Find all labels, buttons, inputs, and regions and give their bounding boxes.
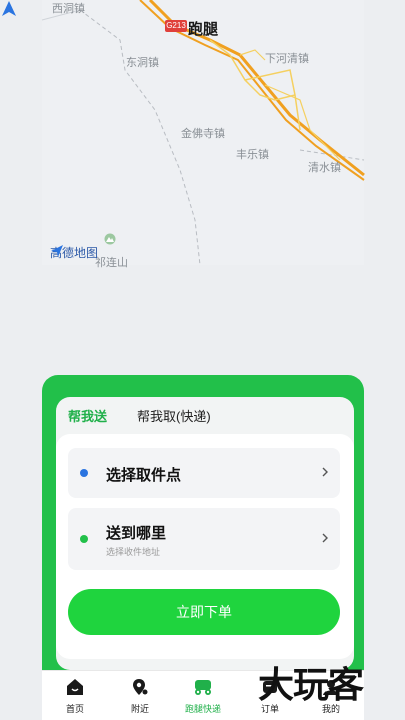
map-label-dongdong: 东洞镇 (126, 57, 159, 69)
nav-home-label: 首页 (65, 704, 84, 714)
nav-nearby-label: 附近 (130, 704, 149, 714)
map-label-qingshui: 清水镇 (308, 162, 341, 174)
home-icon (67, 679, 83, 695)
pickup-row[interactable]: 选择取件点 (68, 448, 340, 498)
scooter-icon (195, 680, 211, 695)
nav-home[interactable]: 首页 (50, 676, 100, 715)
nav-errand-label: 跑腿快递 (184, 704, 221, 714)
highway-shield: G213 (165, 20, 187, 32)
pickup-dot-icon (80, 469, 88, 477)
delivery-row[interactable]: 送到哪里 选择收件地址 (68, 508, 340, 570)
map-label-xiaheqing: 下河清镇 (265, 53, 309, 65)
mountain-icon (104, 233, 116, 245)
amap-logo-icon (51, 245, 63, 257)
location-arrow-icon (2, 1, 16, 16)
map-label-xidong: 西洞镇 (52, 3, 85, 15)
place-order-button[interactable]: 立即下单 (68, 589, 340, 635)
tab-send[interactable]: 帮我送 (68, 406, 107, 425)
delivery-subtitle: 选择收件地址 (106, 547, 161, 557)
pickup-title: 选择取件点 (106, 467, 182, 484)
chevron-right-icon (322, 533, 328, 543)
chevron-right-icon (322, 467, 328, 477)
delivery-title: 送到哪里 (106, 525, 167, 542)
map-label-jinfo: 金佛寺镇 (181, 128, 225, 140)
nav-errand[interactable]: 跑腿快递 (178, 676, 228, 715)
nav-nearby[interactable]: 附近 (115, 676, 165, 715)
map-label-fengle: 丰乐镇 (236, 149, 269, 161)
service-tabs: 帮我送 帮我取(快递) (68, 406, 211, 425)
amap-logo: 高德地图 (50, 244, 98, 261)
location-pin-icon (133, 679, 148, 695)
watermark-text: 大玩客 (258, 665, 364, 706)
delivery-dot-icon (80, 535, 88, 543)
tab-fetch[interactable]: 帮我取(快递) (137, 406, 211, 425)
map-label-qilianshan: 祁连山 (95, 257, 128, 269)
map-title: 跑腿 (188, 21, 219, 38)
